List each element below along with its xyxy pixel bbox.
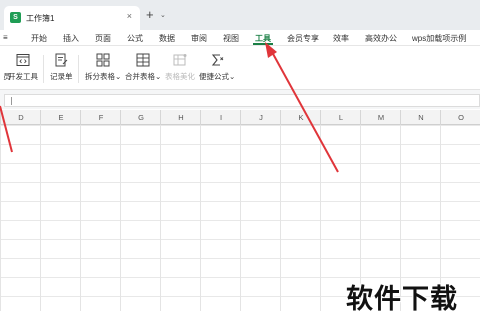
merge-table-button[interactable]: 合并表格⌄ — [125, 53, 161, 82]
merge-table-icon — [136, 53, 150, 67]
column-header[interactable]: O — [455, 113, 467, 122]
chevron-down-icon: ⌄ — [155, 72, 162, 81]
column-header[interactable]: H — [175, 113, 187, 122]
column-header[interactable]: E — [55, 113, 67, 122]
beautify-table-button[interactable]: 表格美化 — [165, 53, 195, 82]
split-table-label: 拆分表格 — [85, 72, 115, 81]
menu-bar: ≡ 开始 插入 页面 公式 数据 审阅 视图 工具 会员专享 效率 高效办公 w… — [0, 30, 480, 46]
developer-tools-label: 开发工具 — [8, 72, 38, 81]
add-tab-icon[interactable]: + — [146, 8, 154, 21]
menu-item-data[interactable]: 数据 — [159, 33, 175, 44]
formula-bar — [0, 89, 480, 109]
split-table-icon — [96, 53, 110, 67]
spreadsheet-icon: S — [10, 12, 21, 23]
watermark-text: 软件下载 — [346, 284, 458, 315]
spreadsheet-window: S 工作簿1 × + ⌄ ≡ 开始 插入 页面 公式 数据 审阅 视图 工具 会… — [0, 0, 480, 320]
beautify-table-label: 表格美化 — [165, 72, 195, 81]
menu-item-page[interactable]: 页面 — [95, 33, 111, 44]
quick-formula-button[interactable]: 便捷公式⌄ — [199, 53, 235, 82]
close-icon[interactable]: × — [127, 11, 132, 21]
column-header[interactable]: G — [135, 113, 147, 122]
menu-item-formula[interactable]: 公式 — [127, 33, 143, 44]
document-name: 工作簿1 — [26, 14, 55, 23]
tools-ribbon: 员 开发工具 记录单 拆分表格⌄ 合并表格⌄ 表格美化 便捷公式⌄ — [0, 47, 480, 89]
column-header[interactable]: J — [255, 113, 267, 122]
chevron-down-icon[interactable]: ⌄ — [160, 11, 166, 19]
column-header[interactable]: F — [95, 113, 107, 122]
column-header[interactable]: I — [215, 113, 227, 122]
menu-icon[interactable]: ≡ — [3, 33, 8, 42]
chevron-down-icon: ⌄ — [229, 72, 236, 81]
menu-item-efficiency[interactable]: 效率 — [333, 33, 349, 44]
chevron-down-icon: ⌄ — [115, 72, 122, 81]
active-tab-indicator — [253, 43, 273, 45]
tab-bar: S 工作簿1 × + ⌄ — [0, 0, 480, 30]
menu-item-review[interactable]: 审阅 — [191, 33, 207, 44]
developer-tools-button[interactable]: 开发工具 — [8, 53, 38, 82]
divider — [78, 55, 79, 83]
divider — [43, 55, 44, 83]
merge-table-label: 合并表格 — [125, 72, 155, 81]
split-table-button[interactable]: 拆分表格⌄ — [85, 53, 121, 82]
column-header[interactable]: K — [295, 113, 307, 122]
sigma-icon — [211, 54, 224, 66]
document-tab[interactable]: S 工作簿1 × — [4, 6, 140, 30]
beautify-table-icon — [173, 54, 187, 66]
menu-item-member[interactable]: 会员专享 — [287, 33, 319, 44]
quick-formula-label: 便捷公式 — [199, 72, 229, 81]
column-header[interactable]: L — [335, 113, 347, 122]
formula-input[interactable] — [4, 94, 480, 107]
menu-item-office[interactable]: 高效办公 — [365, 33, 397, 44]
code-window-icon — [16, 54, 30, 66]
column-header[interactable]: D — [15, 113, 27, 122]
menu-item-view[interactable]: 视图 — [223, 33, 239, 44]
text-caret — [11, 97, 12, 105]
column-header[interactable]: M — [375, 113, 387, 122]
menu-item-insert[interactable]: 插入 — [63, 33, 79, 44]
column-header[interactable]: N — [415, 113, 427, 122]
menu-item-wps-addin[interactable]: wps加载项示例 — [412, 33, 466, 44]
menu-item-home[interactable]: 开始 — [31, 33, 47, 44]
record-form-button[interactable]: 记录单 — [50, 53, 73, 82]
form-edit-icon — [55, 53, 68, 67]
record-form-label: 记录单 — [50, 72, 73, 81]
